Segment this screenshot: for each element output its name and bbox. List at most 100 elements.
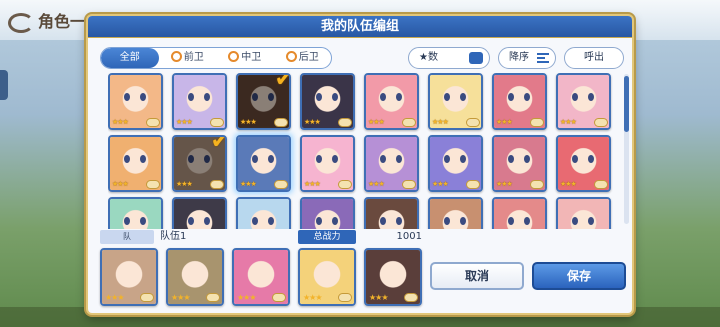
grid-row: ★★★ ★★★ ★★★ ✔ ★★★ ★★★ ★★★ ★★★ ★★★	[108, 73, 618, 135]
save-button[interactable]: 保存	[532, 262, 626, 290]
star-rating: ★★★	[112, 118, 129, 126]
character-portrait	[174, 199, 225, 229]
grid-scrollbar[interactable]	[624, 74, 629, 224]
cancel-button[interactable]: 取消	[430, 262, 524, 290]
character-card[interactable]	[300, 197, 355, 229]
character-card[interactable]	[556, 197, 611, 229]
star-rating: ★★★	[303, 293, 322, 302]
total-power-value: 1001	[396, 231, 422, 242]
character-portrait	[558, 199, 609, 229]
rank-badge-icon	[530, 118, 544, 127]
character-card[interactable]: ★★★	[492, 73, 547, 130]
rank-badge-icon	[530, 180, 544, 189]
rank-badge-icon	[338, 118, 352, 127]
rank-badge-icon	[146, 118, 160, 127]
character-card[interactable]: ★★★	[364, 135, 419, 192]
toggle-icon	[469, 52, 483, 64]
rank-badge-icon	[402, 118, 416, 127]
background-side-tab	[0, 70, 8, 100]
rank-badge-icon	[594, 180, 608, 189]
character-card[interactable]: ★★★	[556, 135, 611, 192]
star-rating: ★★★	[496, 118, 513, 126]
rearguard-icon	[285, 50, 297, 62]
star-rating: ★★★	[432, 180, 449, 188]
character-card[interactable]	[172, 197, 227, 229]
toolbar: 全部 前卫 中卫 后卫 ★数 降序 呼出	[100, 47, 624, 69]
star-rating: ★★★	[176, 180, 193, 188]
vanguard-icon	[170, 50, 182, 62]
filter-tab-label: 后卫	[298, 52, 319, 63]
character-portrait	[366, 199, 417, 229]
star-rating: ★★★	[560, 180, 577, 188]
rank-badge-icon	[402, 180, 416, 189]
character-card[interactable]	[428, 197, 483, 229]
grid-row	[108, 197, 618, 229]
character-portrait	[238, 199, 289, 229]
sort-order-icon	[537, 53, 549, 63]
team-slot[interactable]: ★★★	[232, 248, 290, 306]
character-card[interactable]: ★★★ ✔	[236, 73, 291, 130]
character-card[interactable]	[364, 197, 419, 229]
scroll-thumb[interactable]	[624, 76, 629, 132]
rank-badge-icon	[274, 118, 288, 127]
order-label: 降序	[509, 52, 529, 63]
character-card[interactable]: ★★★	[108, 73, 163, 130]
character-card[interactable]	[492, 197, 547, 229]
rank-badge-icon	[146, 180, 160, 189]
character-card[interactable]: ★★★	[364, 73, 419, 130]
star-rating: ★★★	[432, 118, 449, 126]
character-card[interactable]: ★★★	[556, 73, 611, 130]
selected-check-icon: ✔	[275, 75, 289, 92]
order-button[interactable]: 降序	[498, 47, 556, 69]
team-slot[interactable]: ★★★	[166, 248, 224, 306]
character-card[interactable]: ★★★	[300, 73, 355, 130]
character-card[interactable]: ★★★	[236, 135, 291, 192]
total-power-label: 总战力	[298, 230, 356, 244]
filter-tab-vanguard[interactable]: 前卫	[159, 48, 217, 68]
rank-badge-icon	[210, 180, 224, 189]
team-edit-dialog: 我的队伍编组 全部 前卫 中卫 后卫 ★数 降序 呼出 ★★★★★★★★★✔★★…	[86, 14, 634, 315]
star-rating: ★★★	[176, 118, 193, 126]
filter-tab-midguard[interactable]: 中卫	[216, 48, 274, 68]
call-button[interactable]: 呼出	[564, 47, 624, 69]
character-card[interactable]: ★★★	[428, 73, 483, 130]
rank-badge-icon	[404, 293, 418, 302]
character-card[interactable]	[236, 197, 291, 229]
star-sort-button[interactable]: ★数	[408, 47, 490, 69]
character-portrait	[494, 199, 545, 229]
team-name: 队伍1	[160, 231, 187, 242]
star-rating: ★★★	[368, 180, 385, 188]
rank-badge-icon	[206, 293, 220, 302]
character-portrait	[430, 199, 481, 229]
swirl-logo-icon	[8, 12, 34, 33]
rank-badge-icon	[140, 293, 154, 302]
character-card[interactable]: ★★★ ✔	[172, 135, 227, 192]
character-card[interactable]	[108, 197, 163, 229]
filter-tab-all[interactable]: 全部	[101, 48, 159, 68]
rank-badge-icon	[338, 180, 352, 189]
star-rating: ★★★	[105, 293, 124, 302]
filter-tab-label: 前卫	[183, 52, 204, 63]
star-rating: ★★★	[240, 118, 257, 126]
team-slots: ★★★ ★★★ ★★★ ★★★ ★★★	[100, 248, 426, 312]
star-sort-label: ★数	[419, 52, 438, 63]
team-slot[interactable]: ★★★	[298, 248, 356, 306]
star-rating: ★★★	[560, 118, 577, 126]
dialog-title: 我的队伍编组	[88, 16, 632, 38]
team-slot[interactable]: ★★★	[364, 248, 422, 306]
character-card[interactable]: ★★★	[428, 135, 483, 192]
filter-tab-label: 全部	[119, 52, 140, 63]
character-card[interactable]: ★★★	[172, 73, 227, 130]
rank-badge-icon	[338, 293, 352, 302]
star-rating: ★★★	[496, 180, 513, 188]
rank-badge-icon	[594, 118, 608, 127]
character-card[interactable]: ★★★	[492, 135, 547, 192]
star-rating: ★★★	[171, 293, 190, 302]
rank-badge-icon	[272, 293, 286, 302]
character-card[interactable]: ★★★	[108, 135, 163, 192]
selected-check-icon: ✔	[211, 137, 225, 154]
character-card[interactable]: ★★★	[300, 135, 355, 192]
filter-tab-rearguard[interactable]: 后卫	[274, 48, 332, 68]
position-filter-group: 全部 前卫 中卫 后卫	[100, 47, 332, 69]
team-slot[interactable]: ★★★	[100, 248, 158, 306]
